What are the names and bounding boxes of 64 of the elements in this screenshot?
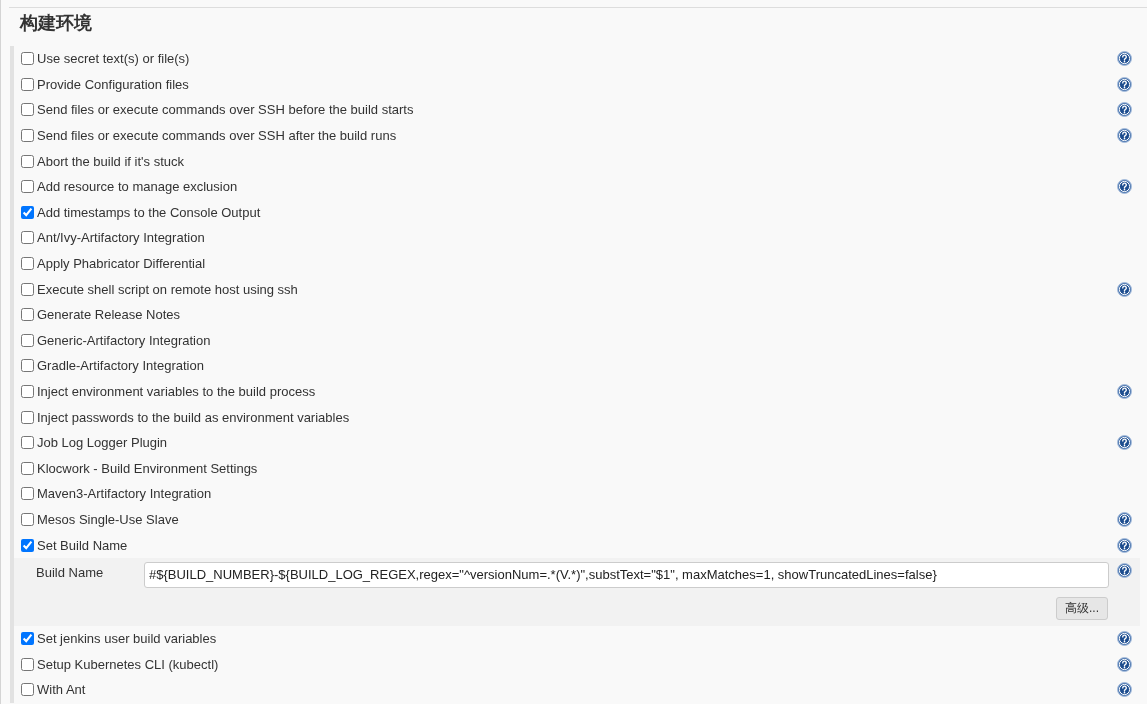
option-label[interactable]: With Ant [37,682,86,698]
option-label[interactable]: Abort the build if it's stuck [37,153,184,169]
option-checkbox[interactable] [21,632,34,646]
option-checkbox[interactable] [21,205,34,219]
option-label[interactable]: Set jenkins user build variables [37,631,217,647]
option-checkbox[interactable] [21,231,34,245]
option-checkbox[interactable] [21,461,34,475]
help-icon[interactable] [1117,76,1132,92]
option-checkbox[interactable] [21,154,34,168]
option-checkbox[interactable] [21,77,34,91]
option-label[interactable]: Add timestamps to the Console Output [37,204,261,220]
option-label[interactable]: Inject passwords to the build as environment variables [37,409,350,425]
option-label[interactable]: Generic-Artifactory Integration [37,332,211,348]
help-icon[interactable] [1117,631,1132,647]
option-label[interactable]: Maven3-Artifactory Integration [37,486,212,502]
option-checkbox[interactable] [21,282,34,296]
option-checkbox[interactable] [21,103,34,117]
help-icon[interactable] [1117,128,1132,144]
option-label[interactable]: Send files or execute commands over SSH before the build starts [37,102,414,118]
option-label[interactable]: Klocwork - Build Environment Settings [37,460,258,476]
option-checkbox[interactable] [21,257,34,271]
option-checkbox[interactable] [21,385,34,398]
option-label[interactable]: Mesos Single-Use Slave [37,512,179,527]
option-label[interactable]: Execute shell script on remote host using ssh [37,281,298,297]
option-checkbox[interactable] [21,129,34,143]
option-label[interactable]: Set Build Name [37,537,128,553]
help-icon[interactable] [1117,179,1132,195]
option-label[interactable]: Generate Release Notes [37,307,181,323]
help-icon[interactable] [1117,102,1132,118]
help-icon[interactable] [1117,281,1132,297]
help-icon[interactable] [1117,435,1132,451]
option-checkbox[interactable] [21,538,34,552]
option-label[interactable]: Job Log Logger Plugin [37,435,168,451]
help-icon[interactable] [1117,512,1132,527]
option-checkbox[interactable] [21,513,34,526]
advanced-button[interactable]: 高级... [1056,596,1108,620]
option-label[interactable]: Use secret text(s) or file(s) [37,51,190,67]
help-icon[interactable] [1117,51,1132,67]
option-label[interactable]: Send files or execute commands over SSH after the build runs [37,128,397,144]
option-checkbox[interactable] [21,487,34,501]
help-icon[interactable] [1117,562,1132,578]
option-checkbox[interactable] [21,359,34,373]
section-title: 构建环境 [20,12,92,34]
option-label[interactable]: Gradle-Artifactory Integration [37,358,204,374]
option-checkbox[interactable] [21,52,34,66]
help-icon[interactable] [1117,682,1132,698]
option-checkbox[interactable] [21,436,34,450]
help-icon[interactable] [1117,537,1132,553]
option-checkbox[interactable] [21,308,34,322]
option-checkbox[interactable] [21,410,34,424]
option-checkbox[interactable] [21,657,34,671]
option-label[interactable]: Setup Kubernetes CLI (kubectl) [37,656,219,672]
option-label[interactable]: Add resource to manage exclusion [37,179,238,195]
field-label: Build Name [36,563,105,582]
help-icon[interactable] [1117,384,1132,399]
option-label[interactable]: Apply Phabricator Differential [37,256,206,272]
option-label[interactable]: Ant/Ivy-Artifactory Integration [37,230,205,246]
option-checkbox[interactable] [21,683,34,697]
input-field[interactable]: #${BUILD_NUMBER}-${BUILD_LOG_REGEX,regex="^versionNum=.*(V.*)",substText="$1", maxMatches=1, showTruncatedLines=false} [144,561,1109,588]
option-label[interactable]: Provide Configuration files [37,76,189,92]
option-label[interactable]: Inject environment variables to the build process [37,384,316,399]
option-checkbox[interactable] [21,180,34,194]
option-checkbox[interactable] [21,333,34,347]
help-icon[interactable] [1117,656,1132,672]
